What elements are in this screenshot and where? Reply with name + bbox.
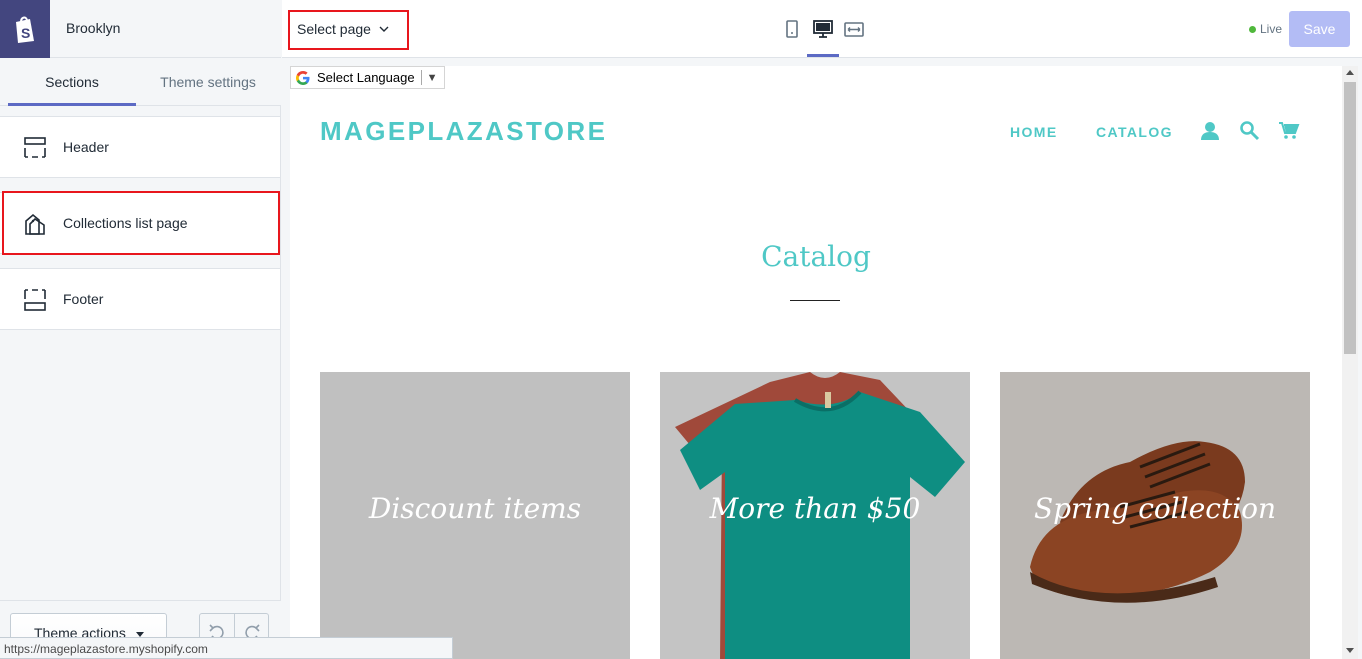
highlight-select-page [288,10,409,50]
save-button[interactable]: Save [1289,11,1350,47]
page-title: Catalog [761,240,871,273]
account-icon[interactable] [1199,120,1221,142]
nav-link-catalog[interactable]: CATALOG [1096,124,1173,140]
live-label: Live [1260,22,1283,36]
section-label-header: Header [63,139,109,155]
nav-link-home[interactable]: HOME [1010,124,1058,140]
live-status: Live [1249,22,1282,36]
tab-theme-settings[interactable]: Theme settings [140,58,276,106]
collection-card-over-50[interactable]: More than $50 [660,372,970,659]
brand-bar: S Brooklyn [0,0,281,58]
section-item-header[interactable]: Header [0,116,280,178]
store-name: Brooklyn [66,20,121,36]
footer-layout-icon [24,289,46,311]
search-icon[interactable] [1239,120,1261,142]
theme-editor: S Brooklyn Sections Theme settings Heade… [0,0,1362,659]
svg-text:S: S [21,25,30,41]
store-logo[interactable]: MAGEPLAZASTORE [320,116,607,147]
tab-sections[interactable]: Sections [8,58,136,106]
scroll-up-icon[interactable] [1346,70,1354,75]
highlight-collections [2,191,280,255]
sidebar-tabs: Sections Theme settings [0,58,281,106]
scroll-down-icon[interactable] [1346,648,1354,653]
header-layout-icon [24,137,46,158]
collection-card-spring[interactable]: Spring collection [1000,372,1310,659]
language-label: Select Language [317,70,415,85]
language-selector[interactable]: Select Language ▼ [290,66,445,89]
status-bar-url: https://mageplazastore.myshopify.com [0,637,453,659]
active-viewport-indicator [807,54,839,57]
section-item-footer[interactable]: Footer [0,268,280,330]
mobile-icon[interactable] [781,20,803,40]
google-icon [296,70,310,85]
cart-icon[interactable] [1278,120,1300,142]
collection-label: Spring collection [1033,492,1277,525]
live-dot-icon [1249,25,1256,33]
fullscreen-icon[interactable] [843,20,865,40]
collection-label: Discount items [368,492,582,525]
preview-scrollbar[interactable] [1342,66,1358,659]
store-preview: Select Language ▼ MAGEPLAZASTORE HOME CA… [290,66,1342,659]
section-label-footer: Footer [63,291,104,307]
language-divider [420,70,422,85]
sidebar: S Brooklyn Sections Theme settings Heade… [0,0,281,659]
desktop-icon[interactable] [812,20,834,40]
title-divider [790,300,840,301]
collection-card-discount[interactable]: Discount items [320,372,630,659]
collection-label: More than $50 [709,492,921,525]
dropdown-arrow-icon: ▼ [426,71,438,84]
top-bar: Select page Live Save [282,0,1362,58]
shopify-logo-icon[interactable]: S [0,0,50,58]
scroll-thumb[interactable] [1344,82,1356,354]
